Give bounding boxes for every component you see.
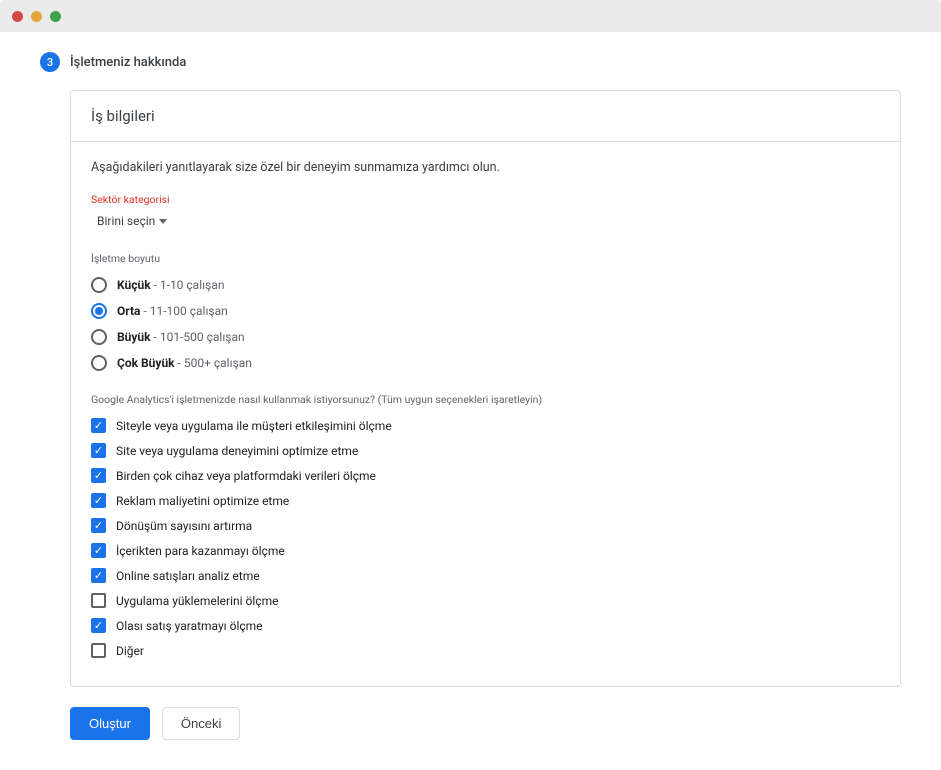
checkbox-icon: ✓ [91,618,106,633]
window-minimize-dot[interactable] [31,11,42,22]
industry-select[interactable]: Birini seçin [91,212,167,242]
industry-section: Sektör kategorisi Birini seçin [91,193,880,242]
checkbox-label: Site veya uygulama deneyimini optimize e… [116,444,358,458]
checkbox-label: Olası satış yaratmayı ölçme [116,619,263,633]
window-close-dot[interactable] [12,11,23,22]
usage-section: Google Analytics'i işletmenizde nasıl ku… [91,393,880,662]
window-maximize-dot[interactable] [50,11,61,22]
checkbox-icon: ✓ [91,468,106,483]
radio-label: Çok Büyük - 500+ çalışan [117,356,252,370]
size-radio-option[interactable]: Orta - 11-100 çalışan [91,299,880,323]
checkbox-icon: ✓ [91,593,106,608]
checkbox-icon: ✓ [91,493,106,508]
checkbox-label: İçerikten para kazanmayı ölçme [116,544,285,558]
radio-label: Orta - 11-100 çalışan [117,304,228,318]
usage-label: Google Analytics'i işletmenizde nasıl ku… [91,393,880,406]
size-radio-option[interactable]: Büyük - 101-500 çalışan [91,325,880,349]
checkbox-icon: ✓ [91,568,106,583]
industry-select-value: Birini seçin [97,214,155,228]
size-radio-option[interactable]: Küçük - 1-10 çalışan [91,273,880,297]
checkbox-label: Dönüşüm sayısını artırma [116,519,252,533]
checkbox-label: Reklam maliyetini optimize etme [116,494,289,508]
radio-icon [91,355,107,371]
previous-button[interactable]: Önceki [162,707,240,740]
usage-checkbox-option[interactable]: ✓ Siteyle veya uygulama ile müşteri etkil… [91,414,880,437]
radio-icon [91,329,107,345]
usage-checkbox-option[interactable]: ✓ Olası satış yaratmayı ölçme [91,614,880,637]
checkbox-label: Siteyle veya uygulama ile müşteri etkile… [116,419,392,433]
usage-checkbox-option[interactable]: ✓ İçerikten para kazanmayı ölçme [91,539,880,562]
usage-checkbox-option[interactable]: ✓ Uygulama yüklemelerini ölçme [91,589,880,612]
checkbox-icon: ✓ [91,543,106,558]
create-button[interactable]: Oluştur [70,707,150,740]
checkbox-icon: ✓ [91,418,106,433]
step-number-badge: 3 [40,52,60,72]
usage-checkbox-option[interactable]: ✓ Birden çok cihaz veya platformdaki veri… [91,464,880,487]
radio-label: Küçük - 1-10 çalışan [117,278,224,292]
size-radio-option[interactable]: Çok Büyük - 500+ çalışan [91,351,880,375]
industry-label: Sektör kategorisi [91,193,880,206]
radio-label: Büyük - 101-500 çalışan [117,330,245,344]
window-titlebar [0,0,941,32]
size-section: İşletme boyutu Küçük - 1-10 çalışan Orta … [91,252,880,375]
radio-icon [91,277,107,293]
usage-checkbox-group: ✓ Siteyle veya uygulama ile müşteri etkil… [91,414,880,662]
checkbox-icon: ✓ [91,443,106,458]
step-header: 3 İşletmeniz hakkında [40,52,901,72]
radio-icon [91,303,107,319]
step-title: İşletmeniz hakkında [70,55,186,70]
usage-checkbox-option[interactable]: ✓ Reklam maliyetini optimize etme [91,489,880,512]
usage-checkbox-option[interactable]: ✓ Site veya uygulama deneyimini optimize … [91,439,880,462]
card-title: İş bilgileri [71,91,900,142]
usage-checkbox-option[interactable]: ✓ Online satışları analiz etme [91,564,880,587]
actions-row: Oluştur Önceki [70,707,901,740]
caret-down-icon [159,219,167,224]
intro-text: Aşağıdakileri yanıtlayarak size özel bir… [91,160,880,175]
checkbox-label: Diğer [116,644,144,658]
checkbox-label: Birden çok cihaz veya platformdaki veril… [116,469,376,483]
checkbox-label: Uygulama yüklemelerini ölçme [116,594,278,608]
checkbox-icon: ✓ [91,518,106,533]
size-label: İşletme boyutu [91,252,880,265]
form-card: İş bilgileri Aşağıdakileri yanıtlayarak … [70,90,901,687]
size-radio-group: Küçük - 1-10 çalışan Orta - 11-100 çalışa… [91,273,880,375]
usage-checkbox-option[interactable]: ✓ Dönüşüm sayısını artırma [91,514,880,537]
usage-checkbox-option[interactable]: ✓ Diğer [91,639,880,662]
checkbox-label: Online satışları analiz etme [116,569,260,583]
checkbox-icon: ✓ [91,643,106,658]
